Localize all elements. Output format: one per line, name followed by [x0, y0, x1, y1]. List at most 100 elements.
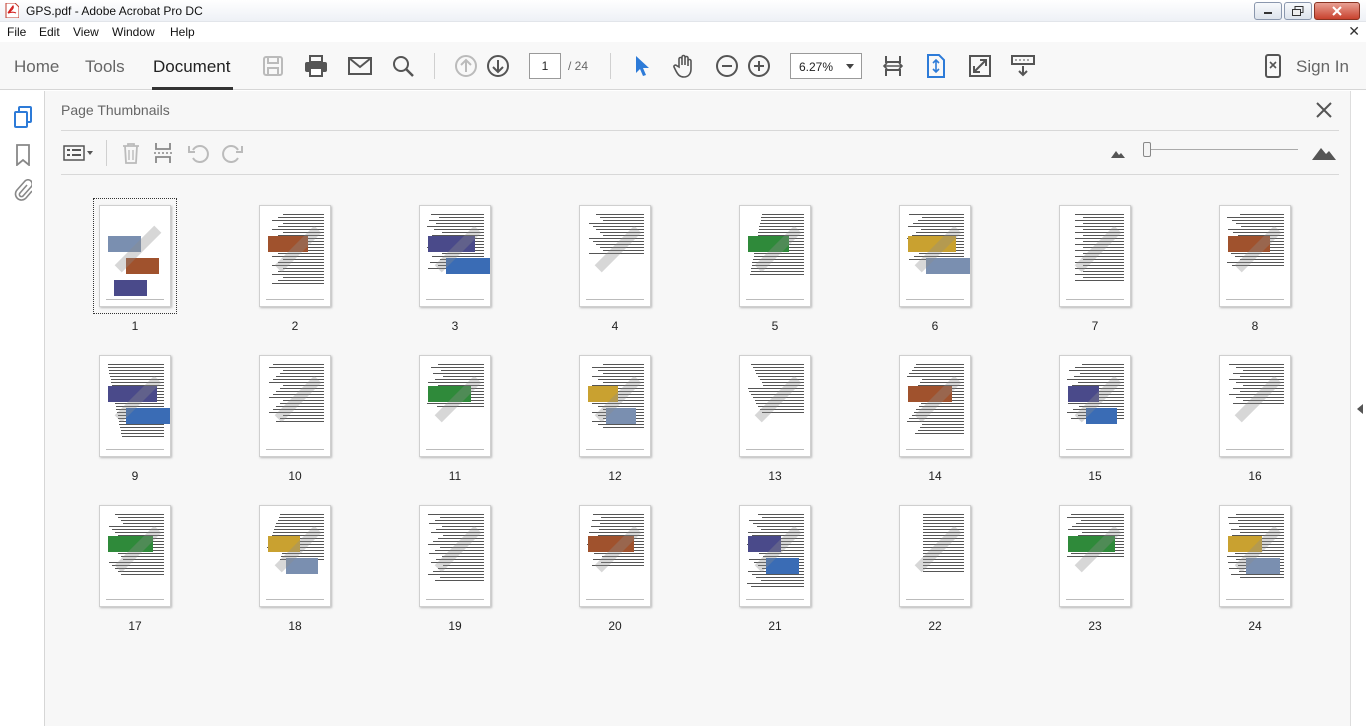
menu-help[interactable]: Help [170, 25, 195, 39]
thumbnail-size-slider-handle[interactable] [1143, 142, 1151, 157]
thumbnail-text-line [1237, 520, 1284, 521]
email-button[interactable] [347, 53, 373, 79]
thumbnail-text-line [1239, 214, 1284, 215]
bookmarks-tool[interactable] [11, 143, 35, 167]
insert-pages-button[interactable] [151, 140, 177, 166]
thumbnail-text-line [1068, 370, 1124, 371]
thumbnail-text-line [431, 214, 484, 215]
thumbnail-footer-line [106, 599, 164, 600]
thumbnail-text-line [1228, 517, 1284, 518]
zoom-in-button[interactable] [746, 53, 772, 79]
menu-view[interactable]: View [73, 25, 99, 39]
page-thumbnail[interactable]: 7 [1055, 201, 1135, 333]
menu-edit[interactable]: Edit [39, 25, 60, 39]
page-thumbnail[interactable]: 10 [255, 351, 335, 483]
thumbnail-text-line [922, 217, 964, 218]
thumbnail-footer-line [746, 449, 804, 450]
reduce-thumbnail-size-icon[interactable] [1105, 140, 1131, 166]
mobile-link-button[interactable] [1260, 53, 1286, 79]
page-thumbnails-tool[interactable] [11, 105, 35, 129]
fit-page-width-button[interactable] [880, 53, 906, 79]
zoom-level-select[interactable]: 6.27% [790, 53, 862, 79]
page-thumbnail[interactable]: 1 [93, 198, 177, 333]
page-thumbnail[interactable]: 22 [895, 501, 975, 633]
zoom-out-button[interactable] [714, 53, 740, 79]
thumbnail-text-line [597, 370, 644, 371]
thumbnail-text-line [427, 574, 484, 575]
right-pane-handle[interactable] [1350, 91, 1366, 726]
thumbnail-text-line [752, 367, 804, 368]
page-thumbnail[interactable]: 11 [415, 351, 495, 483]
page-thumbnail[interactable]: 23 [1055, 501, 1135, 633]
page-thumbnail[interactable]: 12 [575, 351, 655, 483]
attachments-tool[interactable] [11, 178, 35, 202]
sign-in-link[interactable]: Sign In [1296, 57, 1349, 77]
page-number-input[interactable]: 1 [529, 53, 561, 79]
next-page-button[interactable] [485, 53, 511, 79]
page-thumbnail[interactable]: 3 [415, 201, 495, 333]
scrolling-mode-button[interactable] [1010, 53, 1036, 79]
hand-tool-button[interactable] [671, 53, 697, 79]
page-thumbnail[interactable]: 15 [1055, 351, 1135, 483]
save-button[interactable] [260, 53, 286, 79]
thumbnail-text-line [909, 214, 964, 215]
thumbnail-size-slider-track[interactable] [1148, 149, 1298, 150]
panel-toolbar-divider [61, 174, 1339, 175]
arrow-up-circle-icon [455, 55, 477, 77]
menu-window[interactable]: Window [112, 25, 155, 39]
thumbnail-text-line [439, 517, 484, 518]
page-thumbnail[interactable]: 24 [1215, 501, 1295, 633]
print-button[interactable] [303, 53, 329, 79]
select-tool-button[interactable] [629, 53, 655, 79]
page-thumbnail[interactable]: 14 [895, 351, 975, 483]
page-thumbnail[interactable]: 16 [1215, 351, 1295, 483]
page-number-label: 22 [928, 619, 942, 633]
menu-file[interactable]: File [7, 25, 26, 39]
page-thumbnail[interactable]: 2 [255, 201, 335, 333]
page-thumbnail[interactable]: 17 [95, 501, 175, 633]
previous-page-button[interactable] [453, 53, 479, 79]
page-thumbnail-image [739, 355, 811, 457]
close-window-button[interactable] [1314, 2, 1360, 20]
restore-button[interactable] [1284, 2, 1312, 20]
zoom-out-icon [716, 55, 738, 77]
page-thumbnail[interactable]: 8 [1215, 201, 1295, 333]
search-button[interactable] [390, 53, 416, 79]
rotate-clockwise-button[interactable] [219, 140, 245, 166]
search-icon [393, 56, 414, 77]
thumbnail-footer-line [266, 449, 324, 450]
fit-page-button[interactable] [923, 53, 949, 79]
page-thumbnail[interactable]: 13 [735, 351, 815, 483]
minimize-button[interactable] [1254, 2, 1282, 20]
page-thumbnail[interactable]: 20 [575, 501, 655, 633]
menu-close-icon[interactable]: ✕ [1348, 23, 1360, 40]
thumbnail-text-line [603, 373, 644, 374]
full-screen-button[interactable] [967, 53, 993, 79]
thumbnail-footer-line [1066, 299, 1124, 300]
close-panel-button[interactable] [1313, 99, 1335, 121]
page-number-label: 12 [608, 469, 622, 483]
thumbnail-text-line [759, 226, 804, 227]
page-thumbnail[interactable]: 6 [895, 201, 975, 333]
rotate-counterclockwise-button[interactable] [186, 140, 212, 166]
thumbnail-text-line [1083, 217, 1124, 218]
page-thumbnail[interactable]: 18 [255, 501, 335, 633]
thumbnail-text-line [1230, 574, 1284, 575]
page-thumbnail[interactable]: 19 [415, 501, 495, 633]
zoom-in-icon [748, 55, 770, 77]
tab-home[interactable]: Home [14, 57, 59, 77]
thumbnail-text-line [915, 433, 964, 434]
thumbnail-text-line [1239, 376, 1284, 377]
thumbnail-text-line [1239, 577, 1284, 578]
page-thumbnail[interactable]: 4 [575, 201, 655, 333]
page-thumbnail[interactable]: 21 [735, 501, 815, 633]
page-thumbnail[interactable]: 9 [95, 351, 175, 483]
enlarge-thumbnail-size-icon[interactable] [1311, 140, 1337, 166]
tab-tools[interactable]: Tools [85, 57, 125, 77]
delete-pages-button[interactable] [118, 140, 144, 166]
options-menu-button[interactable] [62, 140, 96, 166]
page-thumbnail[interactable]: 5 [735, 201, 815, 333]
thumbnail-text-line [1067, 517, 1124, 518]
thumbnail-text-line [914, 367, 964, 368]
tab-document[interactable]: Document [153, 57, 230, 77]
